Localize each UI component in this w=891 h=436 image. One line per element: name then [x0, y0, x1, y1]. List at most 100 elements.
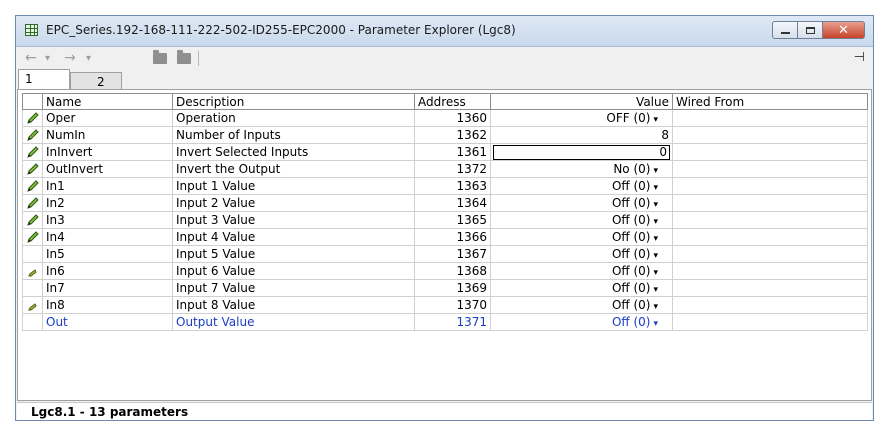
description-column-header[interactable]: Description — [172, 93, 415, 110]
param-value-cell[interactable]: Off (0) ▾ — [490, 262, 673, 280]
wired-from-cell[interactable] — [672, 160, 868, 178]
chevron-down-icon[interactable]: ▾ — [653, 302, 658, 312]
table-row[interactable]: In4 Input 4 Value 1366 Off (0) ▾ — [22, 228, 868, 246]
chevron-down-icon[interactable]: ▾ — [653, 268, 658, 278]
table-row[interactable]: In1 Input 1 Value 1363 Off (0) ▾ — [22, 177, 868, 195]
param-value-cell[interactable]: Off (0) ▾ — [490, 211, 673, 229]
param-address-cell: 1366 — [414, 228, 491, 246]
maximize-button[interactable] — [797, 21, 822, 39]
folder-icon[interactable] — [153, 50, 167, 64]
param-name-cell: Out — [42, 313, 173, 331]
wired-from-column-header[interactable]: Wired From — [672, 93, 868, 110]
chevron-down-icon[interactable]: ▾ — [653, 217, 658, 227]
pencil-icon — [22, 160, 43, 178]
param-value-cell[interactable]: No (0) ▾ — [490, 160, 673, 178]
wired-from-cell[interactable] — [672, 313, 868, 331]
param-address-cell: 1369 — [414, 279, 491, 297]
close-button[interactable]: ✕ — [822, 21, 865, 39]
param-address-cell: 1362 — [414, 126, 491, 144]
param-description-cell: Input 4 Value — [172, 228, 415, 246]
table-row[interactable]: In5 Input 5 Value 1367 Off (0) ▾ — [22, 245, 868, 263]
wired-from-cell[interactable] — [672, 228, 868, 246]
param-description-cell: Number of Inputs — [172, 126, 415, 144]
minimize-button[interactable] — [772, 21, 797, 39]
param-value-cell[interactable]: OFF (0) ▾ — [490, 109, 673, 127]
param-address-cell: 1360 — [414, 109, 491, 127]
value-column-header[interactable]: Value — [490, 93, 673, 110]
table-row[interactable]: NumIn Number of Inputs 1362 8 — [22, 126, 868, 144]
param-address-cell: 1370 — [414, 296, 491, 314]
wired-from-cell[interactable] — [672, 296, 868, 314]
param-value-cell[interactable]: 8 — [490, 126, 673, 144]
chevron-down-icon[interactable]: ▾ — [653, 251, 658, 261]
param-value-cell[interactable]: Off (0) ▾ — [490, 245, 673, 263]
param-description-cell: Output Value — [172, 313, 415, 331]
wired-from-cell[interactable] — [672, 279, 868, 297]
param-description-cell: Invert Selected Inputs — [172, 143, 415, 161]
table-row[interactable]: In3 Input 3 Value 1365 Off (0) ▾ — [22, 211, 868, 229]
param-address-cell: 1367 — [414, 245, 491, 263]
wired-from-cell[interactable] — [672, 126, 868, 144]
value-edit-input[interactable]: 0 — [493, 144, 670, 160]
param-value-cell[interactable]: 0 — [490, 143, 673, 161]
param-value-cell[interactable]: Off (0) ▾ — [490, 279, 673, 297]
wired-from-cell[interactable] — [672, 194, 868, 212]
row-icon-cell — [22, 279, 43, 297]
chevron-down-icon[interactable]: ▾ — [653, 200, 658, 210]
chevron-down-icon[interactable]: ▾ — [653, 285, 658, 295]
param-description-cell: Input 3 Value — [172, 211, 415, 229]
address-column-header[interactable]: Address — [414, 93, 491, 110]
param-value-cell[interactable]: Off (0) ▾ — [490, 313, 673, 331]
table-app-icon — [25, 24, 38, 36]
pencil-icon — [22, 194, 43, 212]
wired-from-cell[interactable] — [672, 143, 868, 161]
table-row[interactable]: In2 Input 2 Value 1364 Off (0) ▾ — [22, 194, 868, 212]
table-row[interactable]: In6 Input 6 Value 1368 Off (0) ▾ — [22, 262, 868, 280]
param-address-cell: 1368 — [414, 262, 491, 280]
param-description-cell: Input 5 Value — [172, 245, 415, 263]
wired-from-cell[interactable] — [672, 245, 868, 263]
folder-open-icon[interactable] — [177, 50, 191, 64]
table-row[interactable]: In7 Input 7 Value 1369 Off (0) ▾ — [22, 279, 868, 297]
back-dropdown-icon[interactable]: ▾ — [45, 53, 50, 64]
chevron-down-icon[interactable]: ▾ — [653, 115, 658, 125]
param-description-cell: Input 2 Value — [172, 194, 415, 212]
small-pencil-icon — [22, 262, 43, 280]
table-row[interactable]: Out Output Value 1371 Off (0) ▾ — [22, 313, 868, 331]
table-row[interactable]: Oper Operation 1360 OFF (0) ▾ — [22, 109, 868, 127]
wired-from-cell[interactable] — [672, 211, 868, 229]
table-row[interactable]: InInvert Invert Selected Inputs 1361 0 — [22, 143, 868, 161]
name-column-header[interactable]: Name — [42, 93, 173, 110]
forward-arrow-icon[interactable]: → — [64, 50, 76, 66]
tab-2[interactable]: 2 — [70, 72, 122, 89]
param-name-cell: In8 — [42, 296, 173, 314]
param-value-cell[interactable]: Off (0) ▾ — [490, 194, 673, 212]
forward-dropdown-icon[interactable]: ▾ — [86, 53, 91, 64]
param-value-cell[interactable]: Off (0) ▾ — [490, 177, 673, 195]
small-pencil-icon — [22, 296, 43, 314]
tab-1[interactable]: 1 — [18, 69, 70, 89]
toolbar-separator — [198, 51, 199, 66]
chevron-down-icon[interactable]: ▾ — [653, 319, 658, 329]
back-arrow-icon[interactable]: ← — [25, 50, 37, 66]
param-value-cell[interactable]: Off (0) ▾ — [490, 228, 673, 246]
pin-icon[interactable]: ⊣ — [854, 50, 865, 65]
wired-from-cell[interactable] — [672, 109, 868, 127]
chevron-down-icon[interactable]: ▾ — [653, 183, 658, 193]
chevron-down-icon[interactable]: ▾ — [653, 234, 658, 244]
pencil-icon — [22, 211, 43, 229]
param-value-text: Off (0) — [611, 281, 651, 295]
table-row[interactable]: OutInvert Invert the Output 1372 No (0) ▾ — [22, 160, 868, 178]
param-address-cell: 1361 — [414, 143, 491, 161]
chevron-down-icon[interactable]: ▾ — [653, 166, 658, 176]
param-value-cell[interactable]: Off (0) ▾ — [490, 296, 673, 314]
window-title: EPC_Series.192-168-111-222-502-ID255-EPC… — [46, 23, 516, 37]
row-icon-cell — [22, 313, 43, 331]
icon-column-header — [22, 93, 43, 110]
toolbar: ← ▾ → ▾ ⊣ — [16, 47, 873, 69]
wired-from-cell[interactable] — [672, 262, 868, 280]
pencil-icon — [22, 143, 43, 161]
table-row[interactable]: In8 Input 8 Value 1370 Off (0) ▾ — [22, 296, 868, 314]
title-bar[interactable]: EPC_Series.192-168-111-222-502-ID255-EPC… — [16, 16, 873, 47]
wired-from-cell[interactable] — [672, 177, 868, 195]
